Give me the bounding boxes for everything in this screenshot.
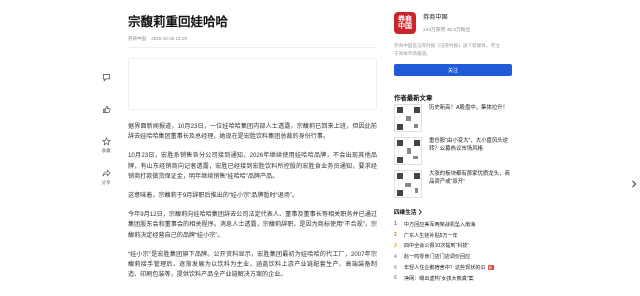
article-thumbnail[interactable] bbox=[394, 104, 422, 132]
comment-icon bbox=[102, 73, 110, 82]
hot-list-item[interactable]: 3 四中全会公报10次提到“科技” bbox=[394, 241, 519, 252]
hot-text[interactable]: 净网：曝出虚构“女孩大熊真”案 bbox=[404, 275, 474, 282]
chevron-right-icon bbox=[632, 180, 637, 188]
ad-placeholder bbox=[128, 58, 377, 110]
more-articles-list: 历史新高！A股盘中，集体拉升！ 重仓股“由小变大”，大小盘风头逆转？公募热议市场… bbox=[394, 104, 512, 203]
scrollbar[interactable] bbox=[628, 0, 640, 296]
article-title: 宗馥莉重回娃哈哈 bbox=[128, 15, 229, 29]
star-icon bbox=[101, 137, 111, 146]
title-divider bbox=[128, 47, 377, 48]
author-logo[interactable]: 券商 中国 bbox=[394, 12, 416, 34]
hot-rank: 6 bbox=[394, 275, 397, 282]
author-description: 券商中国是证券时报《证券时报》旗下新媒体，专注于资本市场报道。 bbox=[394, 43, 500, 56]
more-article-title[interactable]: 历史新高！A股盘中，集体拉升！ bbox=[429, 104, 512, 137]
hot-rank: 4 bbox=[394, 253, 397, 260]
hot-list-item[interactable]: 4 赵一鸣零食门店门店调价回应 bbox=[394, 251, 519, 262]
more-articles-heading: 作者最新文章 bbox=[394, 95, 433, 102]
scroll-thumb[interactable] bbox=[630, 174, 638, 194]
share-button[interactable]: 分享 bbox=[96, 169, 116, 197]
author-stats: 244万获赞 46.5万粉丝 bbox=[423, 28, 471, 33]
hot-rank: 1 bbox=[394, 221, 397, 228]
hot-list-item[interactable]: 6 净网：曝出虚构“女孩大熊真”案 bbox=[394, 273, 519, 284]
article-datetime: 2025-10-25 13:19 bbox=[151, 36, 187, 41]
more-article-title[interactable]: 重仓股“由小变大”，大小盘风头逆转？公募热议市场风格 bbox=[429, 137, 512, 170]
hot-list-heading: 四维生活 bbox=[394, 210, 417, 216]
comment-button[interactable] bbox=[96, 73, 116, 101]
hot-text[interactable]: 赵一鸣零食门店门店调价回应 bbox=[404, 253, 470, 260]
list-item[interactable]: 大涨的板块都有那家优质龙头，商品资产或“双开” bbox=[394, 170, 512, 203]
hot-text[interactable]: 广东人生娃补贴5万一年 bbox=[404, 232, 458, 239]
hot-list-item[interactable]: 2 广东人生娃补贴5万一年 bbox=[394, 230, 519, 241]
hot-text[interactable]: 年轻人住企鹅宿舍中？这些现状的瓜 bbox=[404, 264, 486, 271]
favorite-button[interactable]: 收藏 bbox=[96, 137, 116, 165]
hot-rank: 5 bbox=[394, 264, 397, 271]
hot-rank: 2 bbox=[394, 232, 397, 239]
article-paragraph: 这意味着，宗馥莉于9月辞职后推出的“娃小宗”品牌暂时“退场”。 bbox=[128, 192, 298, 200]
hot-text[interactable]: 中方回应美军两架战机坠入南海 bbox=[404, 221, 475, 228]
list-item[interactable]: 重仓股“由小变大”，大小盘风头逆转？公募热议市场风格 bbox=[394, 137, 512, 170]
article-paragraph: 今年9月12日，宗馥莉向娃哈哈集团辞去公司法定代表人、董事及董事长等相关职务并已… bbox=[128, 210, 377, 239]
thumb-up-icon bbox=[102, 105, 110, 114]
article-paragraph: 10月23日，宏胜系销售各分公司接到通知，2026年继续使用娃哈哈品牌，不会出现… bbox=[128, 152, 377, 181]
favorite-label: 收藏 bbox=[101, 148, 111, 153]
article-paragraph: 据界面新闻报道，10月23日，一位娃哈哈集团内部人士透露，宗馥莉已回来上班，但因… bbox=[128, 123, 377, 141]
hot-list: 1 中方回应美军两架战机坠入南海 2 广东人生娃补贴5万一年 3 四中全会公报1… bbox=[394, 219, 519, 284]
new-badge: 新 bbox=[487, 265, 494, 271]
follow-button[interactable]: 关注 bbox=[394, 64, 512, 76]
hot-list-header[interactable]: 四维生活 bbox=[394, 208, 423, 216]
chevron-right-icon bbox=[419, 209, 423, 215]
article-paragraph: “娃小宗”是宏胜集团旗下品牌。公开资料显示，宏胜集团最初为娃哈哈的代工厂，200… bbox=[128, 250, 377, 279]
more-article-title[interactable]: 大涨的板块都有那家优质龙头，商品资产或“双开” bbox=[429, 170, 512, 203]
article-meta: 券商中国 2025-10-25 13:19 bbox=[128, 36, 187, 42]
share-label: 分享 bbox=[101, 180, 111, 185]
hot-list-item[interactable]: 5 年轻人住企鹅宿舍中？这些现状的瓜 新 bbox=[394, 262, 519, 273]
share-icon bbox=[102, 169, 111, 177]
article-thumbnail[interactable] bbox=[394, 170, 422, 198]
hot-list-item[interactable]: 1 中方回应美军两架战机坠入南海 bbox=[394, 219, 519, 230]
article-body: 据界面新闻报道，10月23日，一位娃哈哈集团内部人士透露，宗馥莉已回来上班，但因… bbox=[128, 122, 377, 289]
article-source[interactable]: 券商中国 bbox=[128, 36, 146, 41]
like-button[interactable] bbox=[96, 105, 116, 133]
author-card: 券商 中国 券商中国 244万获赞 46.5万粉丝 券商中国是证券时报《证券时报… bbox=[394, 12, 619, 76]
hot-text[interactable]: 四中全会公报10次提到“科技” bbox=[404, 242, 469, 249]
hot-rank: 3 bbox=[394, 242, 397, 249]
article-thumbnail[interactable] bbox=[394, 137, 422, 165]
author-name[interactable]: 券商中国 bbox=[423, 12, 470, 21]
share-rail: 收藏 分享 bbox=[96, 73, 116, 201]
list-item[interactable]: 历史新高！A股盘中，集体拉升！ bbox=[394, 104, 512, 137]
